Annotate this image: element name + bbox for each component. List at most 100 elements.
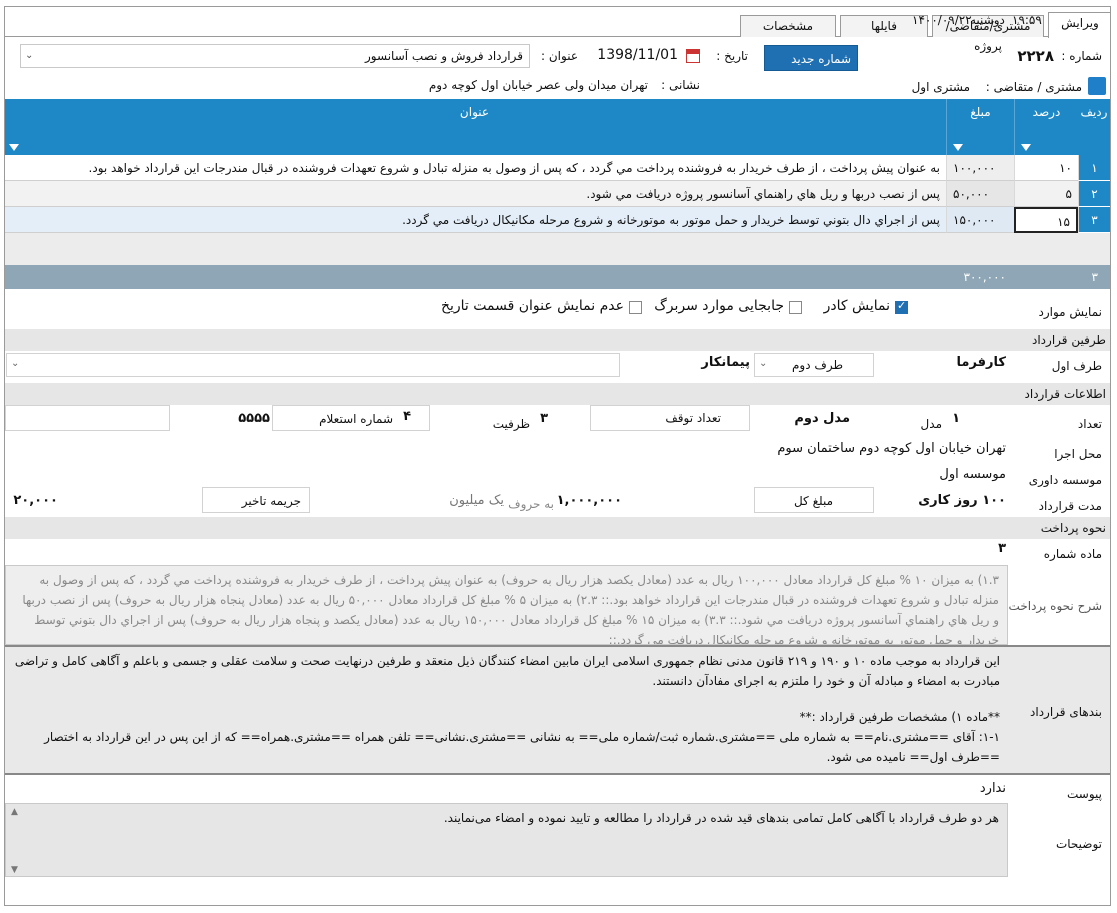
row-number[interactable]: ۱ <box>1078 155 1110 181</box>
scroll-up-icon[interactable]: ▲ <box>11 807 18 817</box>
number-value[interactable]: ۲۲۲۸ <box>1017 47 1054 65</box>
parties-section: طرفین قرارداد <box>5 329 1110 351</box>
col-header-title[interactable]: عنوان <box>5 99 946 155</box>
row-number[interactable]: ۲ <box>1078 181 1110 207</box>
customer-value[interactable]: مشتری اول <box>912 80 970 94</box>
grid-footer: ۳ ۳۰۰,۰۰۰ <box>5 265 1110 289</box>
row-number[interactable]: ۳ <box>1078 207 1110 233</box>
model-label: مدل <box>920 417 942 431</box>
duration-value[interactable]: ۱۰۰ روز کاری <box>918 493 1006 508</box>
clauses-text[interactable]: این قرارداد به موجب ماده ۱۰ و ۱۹۰ و ۲۱۹ … <box>5 647 1008 773</box>
notes-label: توضیحات <box>1055 837 1102 851</box>
calendar-icon[interactable] <box>686 49 700 63</box>
scroll-down-icon[interactable]: ▼ <box>11 865 18 875</box>
move-header-checkbox[interactable] <box>789 301 802 314</box>
window: ویرایش مشتری/متقاضی/پروژه فایلها مشخصات … <box>4 6 1111 906</box>
col-header-amount[interactable]: مبلغ <box>946 99 1014 155</box>
col-header-percent-label: درصد <box>1032 105 1061 119</box>
chevron-down-icon[interactable]: ⌄ <box>11 358 19 369</box>
title-field[interactable]: قرارداد فروش و نصب آسانسور ⌄ <box>20 44 530 68</box>
stops-label: تعداد توقف <box>665 411 721 425</box>
capacity-value[interactable]: ۳ <box>540 411 548 426</box>
cell-percent-active[interactable]: ۱۵ <box>1014 207 1078 233</box>
article-value[interactable]: ۳ <box>998 541 1006 556</box>
filter-icon[interactable] <box>1021 144 1031 151</box>
payment-section: نحوه پرداخت <box>5 517 1110 539</box>
payment-desc-text[interactable]: ۱.۳) به میزان ۱۰ % مبلغ کل قرارداد معادل… <box>5 565 1008 645</box>
info-extra-field[interactable] <box>5 405 170 431</box>
cell-amount[interactable]: ۱۰۰,۰۰۰ <box>946 155 1014 181</box>
tab-edit[interactable]: ویرایش <box>1048 12 1110 38</box>
move-header-label[interactable]: جابجایی موارد سربرگ <box>654 298 784 314</box>
filter-icon[interactable] <box>9 144 19 151</box>
customer-icon[interactable] <box>1088 77 1106 95</box>
inquiry-number[interactable]: ۵۵۵۵ <box>238 411 270 426</box>
hide-title-label[interactable]: عدم نمایش عنوان قسمت تاریخ <box>441 298 624 314</box>
party1-value[interactable]: کارفرما <box>957 355 1006 370</box>
cell-amount[interactable]: ۵۰,۰۰۰ <box>946 181 1014 207</box>
party2-extra-select[interactable]: ⌄ <box>6 353 620 377</box>
chevron-down-icon[interactable]: ⌄ <box>759 358 767 369</box>
attachment-value[interactable]: ندارد <box>980 781 1006 796</box>
number-label: شماره : <box>1061 49 1102 63</box>
article-label: ماده شماره <box>1043 547 1102 561</box>
new-number-label: شماره جدید <box>791 52 851 66</box>
inquiry-value: ۴ <box>403 409 411 424</box>
party1-label: طرف اول <box>1051 359 1102 373</box>
attachment-label: پیوست <box>1067 787 1102 801</box>
party2-value[interactable]: پیمانکار <box>701 355 750 370</box>
inquiry-label: شماره استعلام <box>319 412 393 426</box>
cell-percent[interactable]: ۵ <box>1014 181 1078 207</box>
stops-field[interactable]: تعداد توقف <box>590 405 750 431</box>
total-label: مبلغ کل <box>793 494 833 508</box>
filter-icon[interactable] <box>953 144 963 151</box>
payment-desc-label: شرح نحوه پرداخت <box>1008 599 1102 613</box>
info-section: اطلاعات قرارداد <box>5 383 1110 405</box>
location-label: محل اجرا <box>1054 447 1102 461</box>
cell-title[interactable]: پس از نصب دربها و ريل هاي راهنماي آسانسو… <box>5 181 946 207</box>
show-border-checkbox[interactable] <box>895 299 908 314</box>
cell-title[interactable]: به عنوان پيش پرداخت ، از طرف خريدار به ف… <box>5 155 946 181</box>
col-header-row-label: ردیف <box>1080 105 1108 119</box>
arbitration-label: موسسه داوری <box>1028 473 1102 487</box>
location-value[interactable]: تهران خیابان اول کوچه دوم ساختمان سوم <box>777 441 1006 456</box>
arbitration-value[interactable]: موسسه اول <box>939 467 1006 482</box>
duration-label: مدت قرارداد <box>1038 499 1102 513</box>
clause-line-1: این قرارداد به موجب ماده ۱۰ و ۱۹۰ و ۲۱۹ … <box>14 654 1000 688</box>
date-value[interactable]: 1398/11/01 <box>597 47 678 63</box>
hide-title-checkbox[interactable] <box>629 301 642 314</box>
count-value[interactable]: ۱ <box>952 411 960 426</box>
in-words-value: یک میلیون <box>449 493 504 508</box>
cell-amount[interactable]: ۱۵۰,۰۰۰ <box>946 207 1014 233</box>
col-header-row[interactable]: ردیف <box>1078 99 1110 155</box>
penalty-value[interactable]: ۲۰,۰۰۰ <box>13 493 58 508</box>
col-header-percent[interactable]: درصد <box>1014 99 1078 155</box>
notes-text[interactable]: هر دو طرف قرارداد با آگاهی کامل تمامی بن… <box>5 803 1008 877</box>
footer-count: ۳ <box>1091 270 1098 284</box>
total-field[interactable]: مبلغ کل <box>754 487 874 513</box>
chevron-down-icon[interactable]: ⌄ <box>25 45 33 67</box>
new-number-button[interactable]: شماره جدید <box>764 45 858 92</box>
inquiry-field[interactable]: ۴ شماره استعلام <box>272 405 430 431</box>
penalty-field[interactable]: جریمه تاخیر <box>202 487 310 513</box>
penalty-label: جریمه تاخیر <box>241 494 301 508</box>
tab-details[interactable]: مشخصات <box>740 15 836 37</box>
customer-label: مشتری / متقاضی : <box>985 80 1082 94</box>
count-label: تعداد <box>1077 417 1102 431</box>
new-number-icon <box>829 79 845 92</box>
tab-bar: ویرایش مشتری/متقاضی/پروژه فایلها مشخصات … <box>5 7 1110 53</box>
show-border-label[interactable]: نمایش کادر <box>824 298 890 314</box>
address-label: نشانی : <box>661 78 700 92</box>
party2-select[interactable]: طرف دوم ⌄ <box>754 353 874 377</box>
model-value[interactable]: مدل دوم <box>794 411 850 426</box>
in-words-label: به حروف <box>508 497 554 511</box>
clause-line-3: ۱-۱: آقای ==مشتری.نام== به شماره ملی ==م… <box>44 730 1000 764</box>
party2-select-value: طرف دوم <box>792 358 843 372</box>
status-time: ۱۹:۵۹ <box>1012 13 1042 27</box>
cell-percent[interactable]: ۱۰ <box>1014 155 1078 181</box>
title-value: قرارداد فروش و نصب آسانسور <box>365 49 523 63</box>
total-value[interactable]: ۱,۰۰۰,۰۰۰ <box>557 493 622 508</box>
status-date: ۱۴۰۰/۰۹/۲۲ <box>912 13 972 27</box>
clauses-label: بندهای قرارداد <box>1030 705 1102 719</box>
cell-title[interactable]: پس از اجراي دال بتوني توسط خريدار و حمل … <box>5 207 946 233</box>
